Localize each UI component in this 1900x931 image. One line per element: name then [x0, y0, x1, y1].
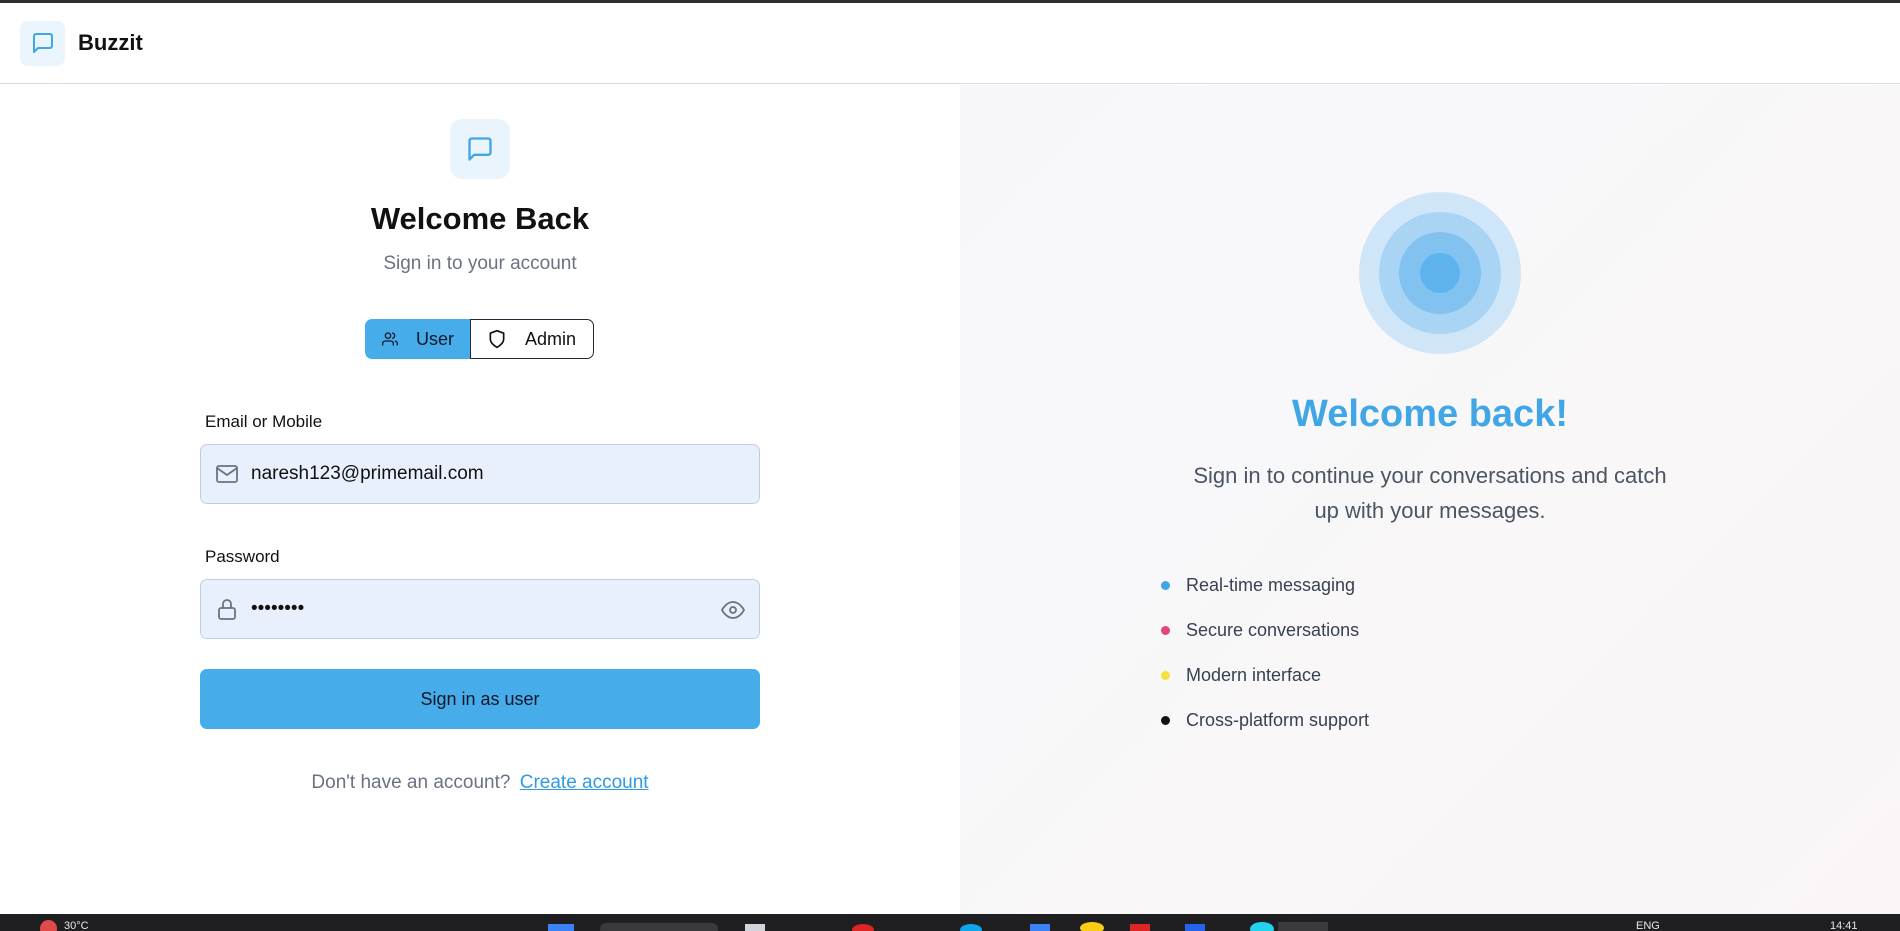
feature-list: Real-time messaging Secure conversations M…	[1160, 563, 1369, 743]
role-admin-button[interactable]: Admin	[470, 319, 594, 359]
app-icon-4[interactable]	[1080, 922, 1104, 931]
login-panel: Welcome Back Sign in to your account Use…	[0, 85, 960, 914]
feature-bullet-icon	[1161, 671, 1170, 680]
create-account-link[interactable]: Create account	[520, 772, 649, 793]
feature-bullet-icon	[1161, 626, 1170, 635]
feature-item: Secure conversations	[1160, 608, 1369, 653]
email-field-wrapper	[200, 444, 760, 504]
signup-prompt: Don't have an account?	[311, 772, 511, 793]
feature-item: Modern interface	[1160, 653, 1369, 698]
password-field[interactable]	[251, 598, 671, 620]
feature-label: Secure conversations	[1186, 620, 1360, 640]
app-icon-7[interactable]	[1250, 922, 1274, 931]
email-label: Email or Mobile	[205, 412, 323, 431]
task-view-icon[interactable]	[745, 924, 765, 931]
app-icon-3[interactable]	[1030, 924, 1050, 931]
page-subtitle: Sign in to your account	[383, 253, 577, 274]
app-icon-6[interactable]	[1185, 924, 1205, 931]
chat-bubble-icon	[20, 20, 65, 66]
os-taskbar: 30°C ENG 14:41	[0, 914, 1900, 931]
pulse-rings-icon	[1359, 192, 1521, 354]
password-label: Password	[205, 547, 280, 566]
taskbar-weather[interactable]: 30°C	[64, 920, 89, 931]
role-user-label: User	[415, 328, 454, 349]
promo-title: Welcome back!	[1292, 393, 1568, 435]
promo-panel: Welcome back! Sign in to continue your c…	[960, 85, 1900, 914]
sign-in-button[interactable]: Sign in as user	[200, 669, 760, 729]
lock-icon	[218, 599, 236, 620]
feature-bullet-icon	[1161, 716, 1170, 725]
email-field[interactable]	[251, 463, 671, 485]
role-admin-label: Admin	[525, 328, 577, 349]
chat-bubble-icon	[450, 119, 510, 179]
role-user-button[interactable]: User	[365, 319, 471, 359]
role-toggle: User Admin	[365, 319, 594, 359]
signup-row: Don't have an account? Create account	[0, 772, 960, 794]
users-icon	[382, 332, 398, 346]
feature-bullet-icon	[1161, 581, 1170, 590]
feature-label: Real-time messaging	[1186, 575, 1356, 595]
promo-text: Sign in to continue your conversations a…	[1193, 463, 1667, 523]
taskbar-search-input[interactable]	[600, 923, 718, 931]
taskbar-clock[interactable]: 14:41	[1830, 920, 1858, 931]
app-icon-5[interactable]	[1130, 924, 1150, 931]
feature-item: Cross-platform support	[1160, 698, 1369, 743]
taskbar-language[interactable]: ENG	[1636, 920, 1660, 931]
feature-label: Cross-platform support	[1186, 710, 1370, 730]
shield-icon	[489, 329, 505, 349]
page-title: Welcome Back	[370, 201, 590, 236]
eye-icon[interactable]	[721, 598, 745, 627]
windows-start-icon[interactable]	[548, 924, 574, 931]
feature-label: Modern interface	[1186, 665, 1322, 685]
app-icon-2[interactable]	[960, 924, 982, 931]
app-icon-chrome-active[interactable]	[1278, 922, 1328, 931]
feature-item: Real-time messaging	[1160, 563, 1369, 608]
app-icon-1[interactable]	[852, 924, 874, 931]
password-field-wrapper	[200, 579, 760, 639]
brand-name[interactable]: Buzzit	[78, 30, 143, 56]
mail-icon	[216, 465, 238, 483]
weather-badge-icon	[40, 920, 57, 931]
app-header: Buzzit	[0, 3, 1900, 84]
